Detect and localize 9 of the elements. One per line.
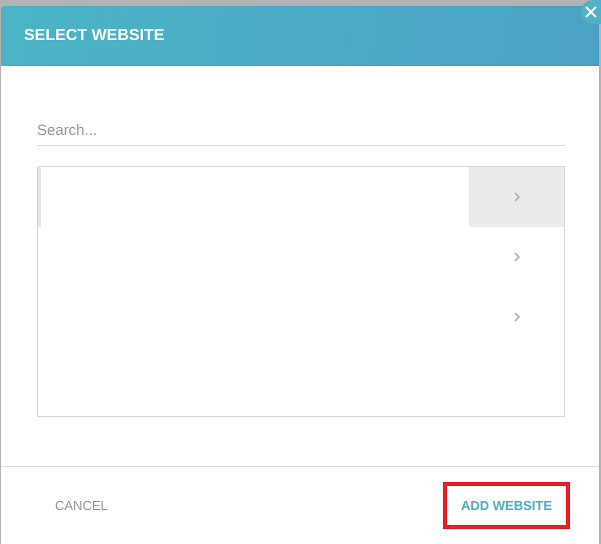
cancel-button[interactable]: CANCEL [37, 482, 126, 529]
chevron-right-icon [514, 192, 520, 202]
chevron-right-icon [514, 312, 520, 322]
close-button[interactable] [581, 0, 601, 24]
dialog-title: SELECT WEBSITE [24, 27, 164, 45]
list-row[interactable] [38, 167, 564, 227]
add-website-button[interactable]: ADD WEBSITE [443, 482, 570, 529]
close-icon [585, 6, 597, 18]
chevron-right-icon [514, 252, 520, 262]
